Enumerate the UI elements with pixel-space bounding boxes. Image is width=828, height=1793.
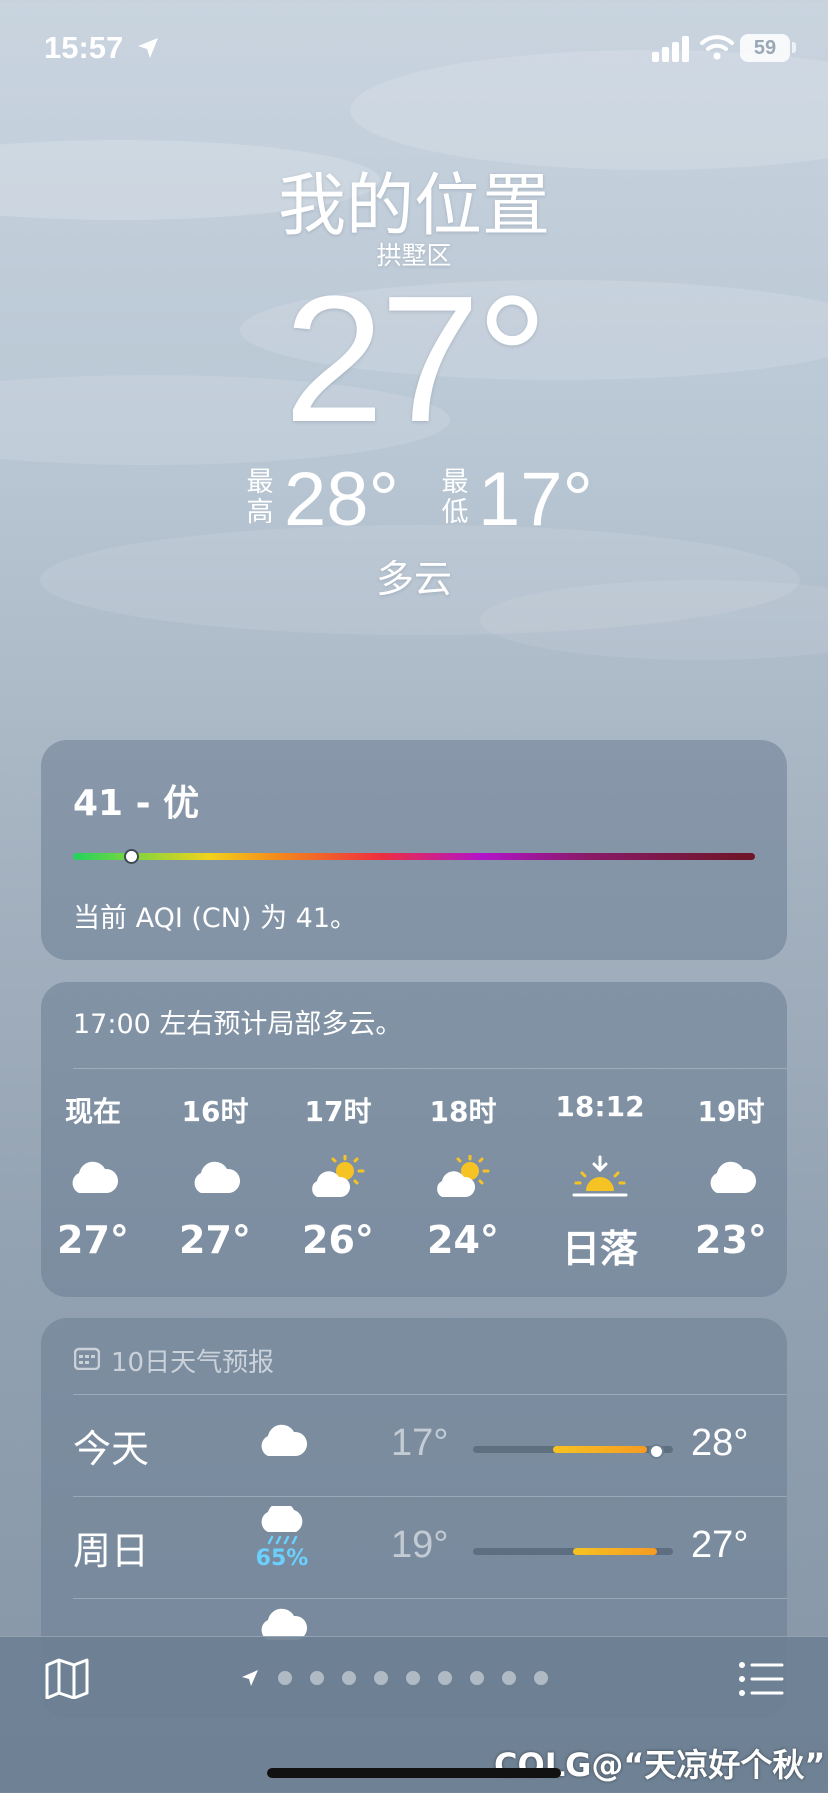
status-bar: 15:57 59	[0, 0, 828, 100]
aqi-card[interactable]: 41 - 优 当前 AQI (CN) 为 41。	[41, 740, 787, 960]
hour-temp: 26°	[302, 1218, 374, 1262]
day-row[interactable]: 今天 17° 28°	[41, 1396, 787, 1496]
hour-item: 18:12 日落	[545, 1090, 655, 1273]
daily-divider	[73, 1598, 787, 1599]
hour-label: 现在	[64, 1095, 121, 1128]
hour-temp: 24°	[427, 1218, 499, 1262]
hourly-summary: 17:00 左右预计局部多云。	[73, 1009, 403, 1040]
day-low-temp: 19°	[391, 1524, 449, 1566]
status-time: 15:57	[44, 30, 124, 65]
aqi-title: 41 - 优	[73, 783, 200, 824]
temp-range-bar	[473, 1444, 673, 1459]
precipitation-chance: 65%	[255, 1546, 309, 1571]
hour-label: 17时	[304, 1095, 372, 1128]
page-dot[interactable]	[278, 1671, 292, 1685]
hour-temp: 日落	[561, 1227, 638, 1271]
hour-label: 19时	[697, 1095, 765, 1128]
current-temp-dot	[649, 1444, 664, 1459]
hour-label: 18:12	[555, 1090, 645, 1123]
daily-divider	[73, 1496, 787, 1497]
high-label: 最高	[246, 467, 274, 528]
aqi-scale-bar	[73, 853, 755, 860]
hour-label: 18时	[429, 1095, 497, 1128]
hour-item: 19时 23°	[681, 1090, 781, 1262]
calendar-icon	[74, 1347, 100, 1370]
hour-label: 16时	[181, 1095, 249, 1128]
watermark: COLG@“天凉好个秋”	[494, 1746, 826, 1784]
day-low-temp: 17°	[391, 1422, 449, 1464]
page-dot[interactable]	[310, 1671, 324, 1685]
battery-level: 59	[740, 34, 790, 62]
rain-cloud-icon	[261, 1502, 303, 1545]
page-dot[interactable]	[406, 1671, 420, 1685]
hourly-forecast-card[interactable]: 17:00 左右预计局部多云。 现在 27° 16时 27° 17时 26° 1…	[41, 982, 787, 1297]
page-dot[interactable]	[374, 1671, 388, 1685]
hourly-divider	[73, 1068, 787, 1069]
battery-tip	[792, 42, 796, 53]
aqi-description: 当前 AQI (CN) 为 41。	[73, 903, 358, 934]
hour-item: 现在 27°	[43, 1090, 143, 1262]
map-icon[interactable]	[44, 1657, 90, 1699]
high-temp: 28°	[284, 457, 399, 542]
daily-divider	[73, 1394, 787, 1395]
page-indicator[interactable]	[240, 1663, 548, 1693]
hour-temp: 27°	[57, 1218, 129, 1262]
low-label: 最低	[441, 467, 469, 528]
temp-range-fill	[573, 1548, 657, 1555]
cloud-icon	[261, 1424, 308, 1456]
location-title: 我的位置	[277, 167, 550, 246]
wifi-icon	[700, 35, 734, 60]
temp-range-bar	[473, 1548, 673, 1555]
hour-item: 18时 24°	[413, 1090, 513, 1262]
day-high-temp: 27°	[691, 1524, 749, 1566]
page-dot[interactable]	[470, 1671, 484, 1685]
hour-item: 16时 27°	[165, 1090, 265, 1262]
list-icon[interactable]	[738, 1661, 784, 1697]
hour-temp: 27°	[179, 1218, 251, 1262]
page-dot[interactable]	[502, 1671, 516, 1685]
page-dot[interactable]	[438, 1671, 452, 1685]
home-indicator	[267, 1768, 561, 1778]
day-name: 今天	[73, 1427, 150, 1471]
aqi-indicator-dot	[124, 849, 139, 864]
cloud-icon	[710, 1161, 757, 1193]
page-dot[interactable]	[534, 1671, 548, 1685]
partly-sunny-icon	[312, 1155, 365, 1197]
current-temperature: 27°	[283, 259, 548, 460]
day-high-temp: 28°	[691, 1422, 749, 1464]
ten-day-header: 10日天气预报	[111, 1348, 275, 1378]
hour-temp: 23°	[695, 1218, 767, 1262]
low-temp: 17°	[478, 457, 593, 542]
location-arrow-icon	[138, 38, 158, 58]
high-low-temps: 最高 28° 最低 17°	[240, 460, 600, 540]
signal-icon	[652, 36, 689, 62]
cloud-icon	[194, 1161, 241, 1193]
hour-item: 17时 26°	[288, 1090, 388, 1262]
day-name: 周日	[73, 1529, 150, 1573]
sunset-icon	[572, 1155, 628, 1197]
page-dot[interactable]	[342, 1671, 356, 1685]
cloud-icon	[72, 1161, 119, 1193]
day-row[interactable]: 周日 65% 19° 27°	[41, 1498, 787, 1598]
current-condition: 多云	[375, 557, 452, 601]
partly-sunny-icon	[437, 1155, 490, 1197]
location-page-icon[interactable]	[240, 1668, 260, 1688]
temp-range-fill	[553, 1446, 647, 1453]
